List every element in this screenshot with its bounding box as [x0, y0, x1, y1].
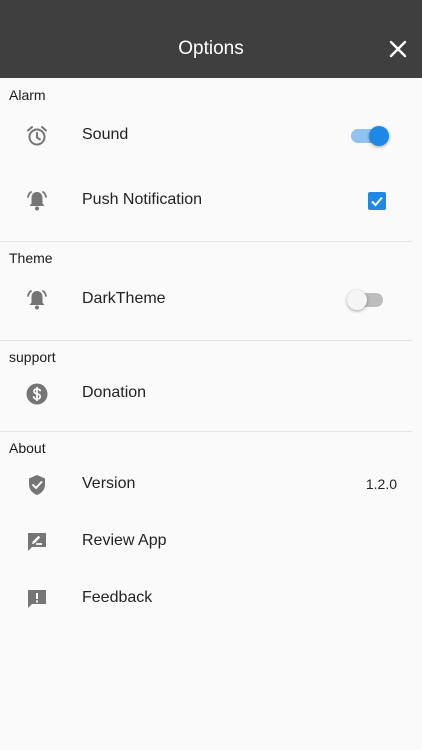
- bell-icon: [27, 290, 47, 310]
- section-header-about: About: [9, 440, 46, 456]
- feedback-icon: [28, 590, 46, 608]
- review-app-label: Review App: [82, 532, 167, 549]
- divider: [0, 241, 412, 242]
- dark-theme-label: DarkTheme: [82, 290, 166, 307]
- push-notification-row[interactable]: Push Notification: [0, 177, 422, 225]
- version-row: Version 1.2.0: [0, 461, 422, 509]
- feedback-label: Feedback: [82, 589, 153, 606]
- alarm-clock-icon: [27, 126, 47, 146]
- divider: [0, 431, 412, 432]
- section-header-support: support: [9, 349, 56, 365]
- app-bar: Options: [0, 0, 422, 78]
- version-value: 1.2.0: [365, 476, 397, 492]
- checkmark-icon: [371, 196, 383, 207]
- toggle-thumb: [369, 126, 389, 146]
- divider: [0, 340, 412, 341]
- toggle-thumb: [347, 290, 367, 310]
- section-header-theme: Theme: [9, 250, 53, 266]
- dark-theme-toggle[interactable]: [347, 290, 385, 310]
- bell-icon: [27, 191, 47, 211]
- push-notification-label: Push Notification: [82, 191, 203, 208]
- page-title: Options: [178, 38, 244, 59]
- dollar-icon: [26, 383, 48, 405]
- donation-label: Donation: [82, 384, 147, 401]
- sound-toggle[interactable]: [351, 126, 389, 146]
- shield-check-icon: [29, 475, 45, 495]
- rate-review-icon: [28, 533, 46, 551]
- sound-row[interactable]: Sound: [0, 112, 422, 160]
- push-notification-checkbox[interactable]: [368, 192, 386, 210]
- review-app-row[interactable]: Review App: [0, 518, 422, 566]
- close-icon[interactable]: [388, 39, 408, 59]
- feedback-row[interactable]: Feedback: [0, 575, 422, 623]
- version-label: Version: [82, 475, 136, 492]
- donation-row[interactable]: Donation: [0, 370, 422, 418]
- dark-theme-row[interactable]: DarkTheme: [0, 276, 422, 324]
- sound-label: Sound: [82, 126, 129, 143]
- section-header-alarm: Alarm: [9, 87, 46, 103]
